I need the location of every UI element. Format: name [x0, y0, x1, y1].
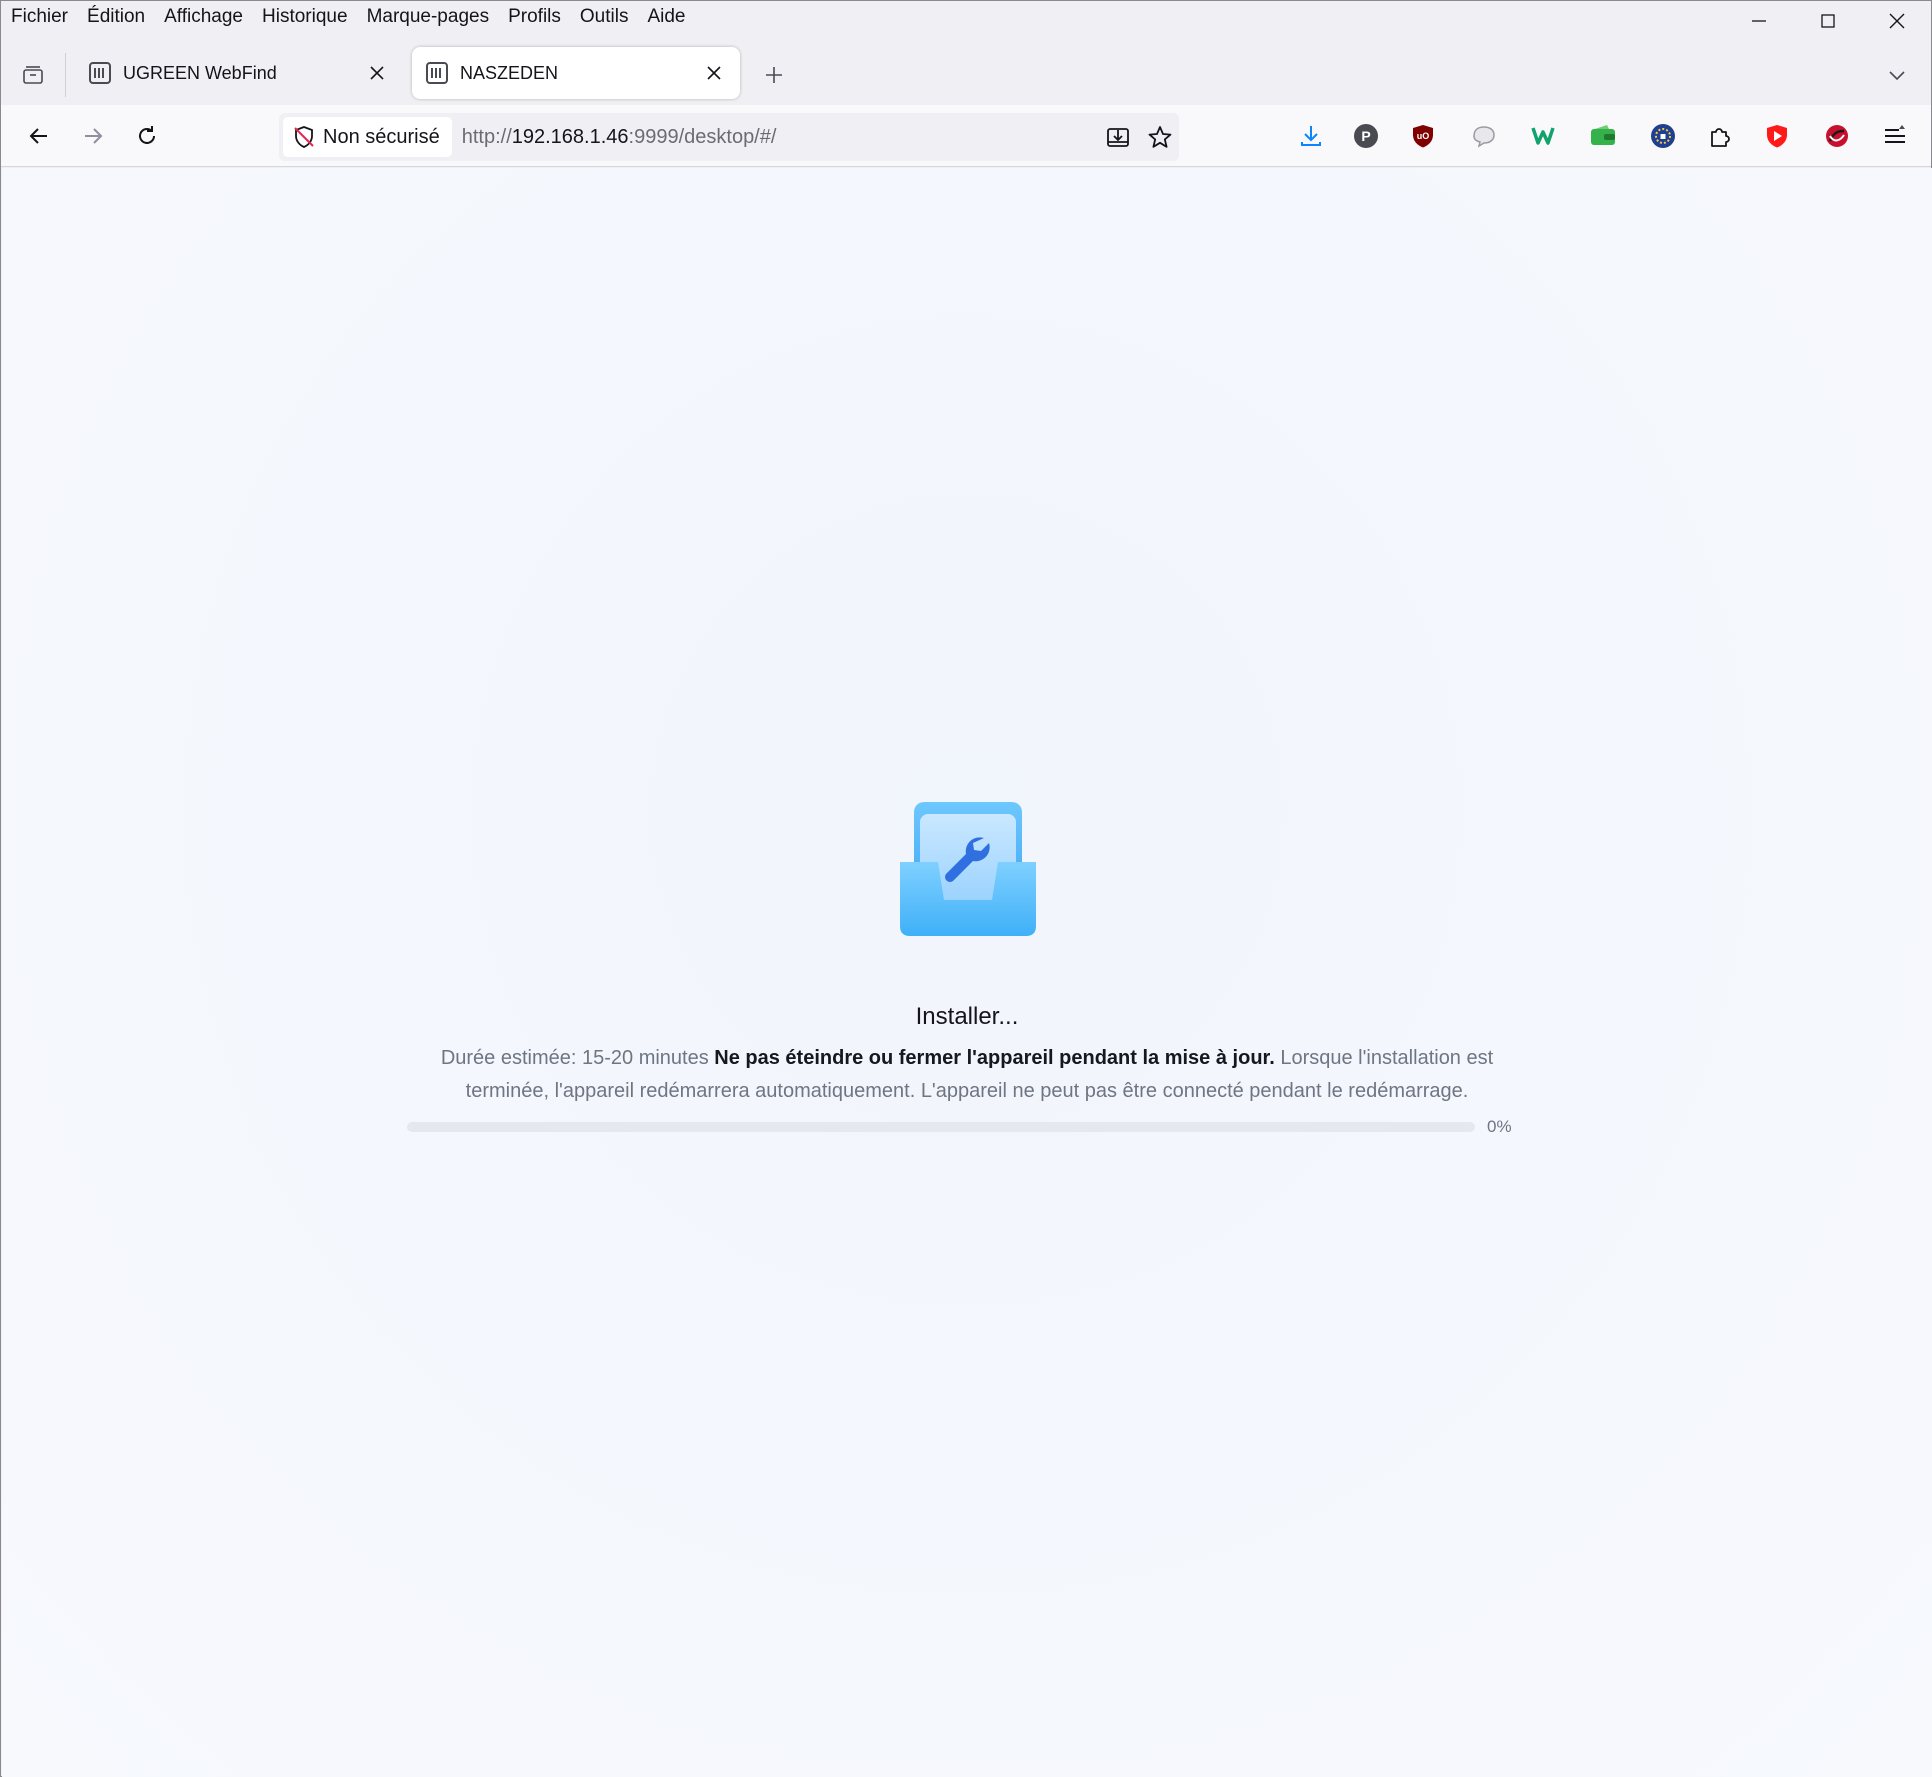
close-icon — [370, 66, 384, 80]
tab-separator — [65, 53, 66, 97]
insecure-shield-icon — [294, 126, 314, 148]
extensions-button[interactable] — [1704, 120, 1736, 152]
nas-favicon-icon — [426, 62, 448, 84]
install-app-icon — [1107, 128, 1129, 147]
chevron-down-icon — [1889, 71, 1905, 81]
youtube-icon — [1767, 125, 1787, 148]
install-description: Durée estimée: 15-20 minutes Ne pas étei… — [407, 1042, 1527, 1108]
extensions-puzzle-icon — [1711, 128, 1730, 147]
security-label: Non sécurisé — [323, 125, 440, 148]
tab-manager-button[interactable] — [15, 57, 51, 93]
wallet-icon — [1591, 125, 1615, 145]
svg-text:uO: uO — [1417, 131, 1430, 141]
menu-profils[interactable]: Profils — [498, 1, 570, 33]
menu-fichier[interactable]: Fichier — [1, 1, 77, 33]
menu-edition[interactable]: Édition — [77, 1, 154, 33]
nas-favicon-icon — [89, 62, 111, 84]
tab-close-button[interactable] — [700, 59, 728, 87]
install-progress-label: 0% — [1487, 1117, 1512, 1136]
lastpass-icon — [1826, 125, 1848, 147]
install-warning-text: Ne pas éteindre ou fermer l'appareil pen… — [714, 1047, 1275, 1069]
bitwarden-extension[interactable] — [1527, 120, 1559, 152]
install-web-app-button[interactable] — [1101, 120, 1135, 154]
navigation-bar: Non sécurisé http://192.168.1.46:9999/de… — [1, 105, 1931, 167]
app-menu-icon — [1885, 125, 1905, 143]
vpn-extension[interactable] — [1647, 120, 1679, 152]
menu-affichage[interactable]: Affichage — [154, 1, 252, 33]
svg-text:P: P — [1361, 128, 1370, 144]
back-arrow-icon — [29, 128, 47, 144]
menu-marque-pages[interactable]: Marque-pages — [357, 1, 499, 33]
star-icon — [1148, 126, 1172, 148]
forward-button[interactable] — [73, 116, 113, 156]
security-extension[interactable] — [1821, 120, 1853, 152]
install-status-title: Installer... — [915, 1003, 1019, 1030]
ublock-origin-icon: uO — [1413, 125, 1433, 148]
url-text[interactable]: http://192.168.1.46:9999/desktop/#/ — [462, 126, 777, 149]
site-security-indicator[interactable]: Non sécurisé — [283, 117, 452, 157]
tab-manager-icon — [23, 66, 43, 84]
vpn-icon — [1651, 124, 1675, 148]
estimated-duration-text: Durée estimée: 15-20 minutes — [440, 1047, 715, 1069]
address-bar[interactable]: Non sécurisé http://192.168.1.46:9999/de… — [279, 113, 1179, 161]
installer-panel: Installer... Durée estimée: 15-20 minute… — [2, 168, 1932, 1777]
url-host: 192.168.1.46 — [511, 125, 629, 148]
menu-bar: Fichier Édition Affichage Historique Mar… — [1, 1, 1931, 33]
maximize-button[interactable] — [1793, 1, 1862, 41]
bookmark-star-button[interactable] — [1143, 120, 1177, 154]
menu-aide[interactable]: Aide — [637, 1, 694, 33]
chat-bubble-icon — [1473, 126, 1495, 148]
new-tab-button[interactable] — [758, 59, 790, 91]
minimize-button[interactable] — [1724, 1, 1793, 41]
wallet-extension[interactable] — [1587, 120, 1619, 152]
bitwarden-icon — [1531, 127, 1555, 145]
ublock-origin-extension[interactable]: uO — [1407, 120, 1439, 152]
minimize-icon — [1751, 20, 1766, 22]
page-content: Installer... Durée estimée: 15-20 minute… — [2, 168, 1932, 1777]
tab-naszeden[interactable]: NASZEDEN — [412, 47, 740, 99]
window-controls — [1724, 1, 1931, 41]
menu-outils[interactable]: Outils — [570, 1, 638, 33]
reload-icon — [139, 126, 155, 144]
close-icon — [1889, 13, 1904, 29]
chat-extension[interactable] — [1468, 120, 1500, 152]
pushbullet-icon: P — [1354, 124, 1378, 148]
close-icon — [707, 66, 721, 80]
forward-arrow-icon — [85, 128, 103, 144]
url-scheme: http:// — [461, 125, 512, 148]
reload-button[interactable] — [127, 116, 167, 156]
menu-historique[interactable]: Historique — [252, 1, 357, 33]
back-button[interactable] — [19, 116, 59, 156]
install-progress-bar — [407, 1122, 1475, 1132]
close-window-button[interactable] — [1862, 1, 1931, 41]
maintenance-toolbox-icon — [900, 802, 1036, 936]
tab-title: UGREEN WebFind — [123, 62, 277, 83]
download-icon — [1301, 126, 1321, 146]
maximize-icon — [1820, 14, 1835, 28]
plus-icon — [766, 67, 782, 83]
pushbullet-extension[interactable]: P — [1350, 120, 1382, 152]
tab-title: NASZEDEN — [460, 62, 559, 83]
url-path: :9999/desktop/#/ — [628, 125, 777, 148]
app-menu-button[interactable] — [1879, 120, 1911, 152]
tab-close-button[interactable] — [363, 59, 391, 87]
browser-window: Fichier Édition Affichage Historique Mar… — [0, 0, 1932, 1777]
youtube-extension[interactable] — [1761, 120, 1793, 152]
downloads-button[interactable] — [1295, 120, 1327, 152]
tab-ugreen-webfind[interactable]: UGREEN WebFind — [75, 47, 403, 99]
tab-bar: UGREEN WebFind NASZEDEN — [1, 41, 1931, 105]
list-all-tabs-button[interactable] — [1881, 59, 1913, 91]
